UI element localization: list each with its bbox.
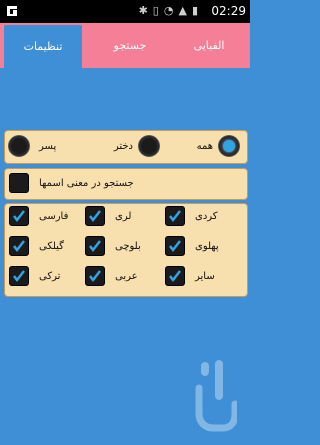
- language-option-arabi[interactable]: عربی: [85, 266, 138, 286]
- lori-checkbox[interactable]: [85, 206, 105, 226]
- gender-filter-panel: همه دختر پسر: [4, 130, 248, 164]
- clock: 02:29: [211, 4, 246, 18]
- pahlavi-checkbox[interactable]: [165, 236, 185, 256]
- check-icon: [169, 240, 181, 253]
- tab-search[interactable]: جستجو: [95, 23, 165, 68]
- tab-settings[interactable]: تنظیمات: [4, 25, 82, 68]
- app-notification-icon: [4, 3, 20, 19]
- search-meaning-panel: جستجو در معنی اسمها: [4, 168, 248, 200]
- radio-option-all[interactable]: همه: [197, 136, 239, 156]
- bluetooth-icon: ✱: [138, 4, 148, 17]
- language-option-pahlavi[interactable]: پهلوی: [165, 236, 219, 256]
- arabi-checkbox[interactable]: [85, 266, 105, 286]
- language-option-torki[interactable]: ترکی: [9, 266, 60, 286]
- language-label-farsi: فارسی: [39, 210, 69, 222]
- tab-bar: تنظیمات جستجو الفبایی: [0, 23, 250, 68]
- radio-button-all[interactable]: [219, 136, 239, 156]
- balochi-checkbox[interactable]: [85, 236, 105, 256]
- radio-button-boy[interactable]: [9, 136, 29, 156]
- language-label-pahlavi: پهلوی: [195, 240, 219, 252]
- check-icon: [13, 210, 25, 223]
- language-label-arabi: عربی: [115, 270, 138, 282]
- language-label-kurdi: کردی: [195, 210, 218, 222]
- battery-icon: ▮: [191, 4, 198, 17]
- radio-label-all: همه: [196, 140, 213, 152]
- vibrate-icon: ▯: [152, 4, 159, 17]
- language-option-lori[interactable]: لری: [85, 206, 131, 226]
- language-option-kurdi[interactable]: کردی: [165, 206, 218, 226]
- language-option-balochi[interactable]: بلوچی: [85, 236, 141, 256]
- language-label-lori: لری: [115, 210, 132, 222]
- check-icon: [169, 270, 181, 283]
- check-icon: [89, 240, 101, 253]
- check-icon: [13, 270, 25, 283]
- wifi-icon: ◔: [163, 4, 174, 17]
- language-label-torki: ترکی: [39, 270, 61, 282]
- languages-panel: فارسی لری کردی گیلکی بلوچی پهلوی ترکی عر…: [4, 203, 248, 297]
- radio-button-girl[interactable]: [139, 136, 159, 156]
- language-option-farsi[interactable]: فارسی: [9, 206, 68, 226]
- kurdi-checkbox[interactable]: [165, 206, 185, 226]
- signal-icon: ▲: [178, 4, 187, 17]
- language-option-other[interactable]: سایر: [165, 266, 215, 286]
- language-label-gilaki: گیلکی: [39, 240, 64, 252]
- language-label-balochi: بلوچی: [115, 240, 141, 252]
- check-icon: [89, 210, 101, 223]
- store-logo-watermark: [195, 358, 239, 436]
- check-icon: [169, 210, 181, 223]
- status-icons: ✱ ▯ ◔ ▲ ▮: [139, 4, 198, 18]
- radio-option-boy[interactable]: پسر: [9, 136, 56, 156]
- search-meaning-checkbox[interactable]: [9, 173, 29, 193]
- radio-label-girl: دختر: [113, 140, 133, 152]
- tab-alphabetical[interactable]: الفبایی: [170, 23, 248, 68]
- language-option-gilaki[interactable]: گیلکی: [9, 236, 64, 256]
- radio-label-boy: پسر: [39, 140, 57, 152]
- gilaki-checkbox[interactable]: [9, 236, 29, 256]
- search-meaning-label: جستجو در معنی اسمها: [39, 177, 134, 189]
- farsi-checkbox[interactable]: [9, 206, 29, 226]
- radio-option-girl[interactable]: دختر: [114, 136, 159, 156]
- torki-checkbox[interactable]: [9, 266, 29, 286]
- other-checkbox[interactable]: [165, 266, 185, 286]
- check-icon: [89, 270, 101, 283]
- search-meaning-option[interactable]: جستجو در معنی اسمها: [9, 173, 134, 193]
- language-label-other: سایر: [195, 270, 215, 282]
- status-bar: ✱ ▯ ◔ ▲ ▮ 02:29: [0, 0, 250, 23]
- check-icon: [13, 240, 25, 253]
